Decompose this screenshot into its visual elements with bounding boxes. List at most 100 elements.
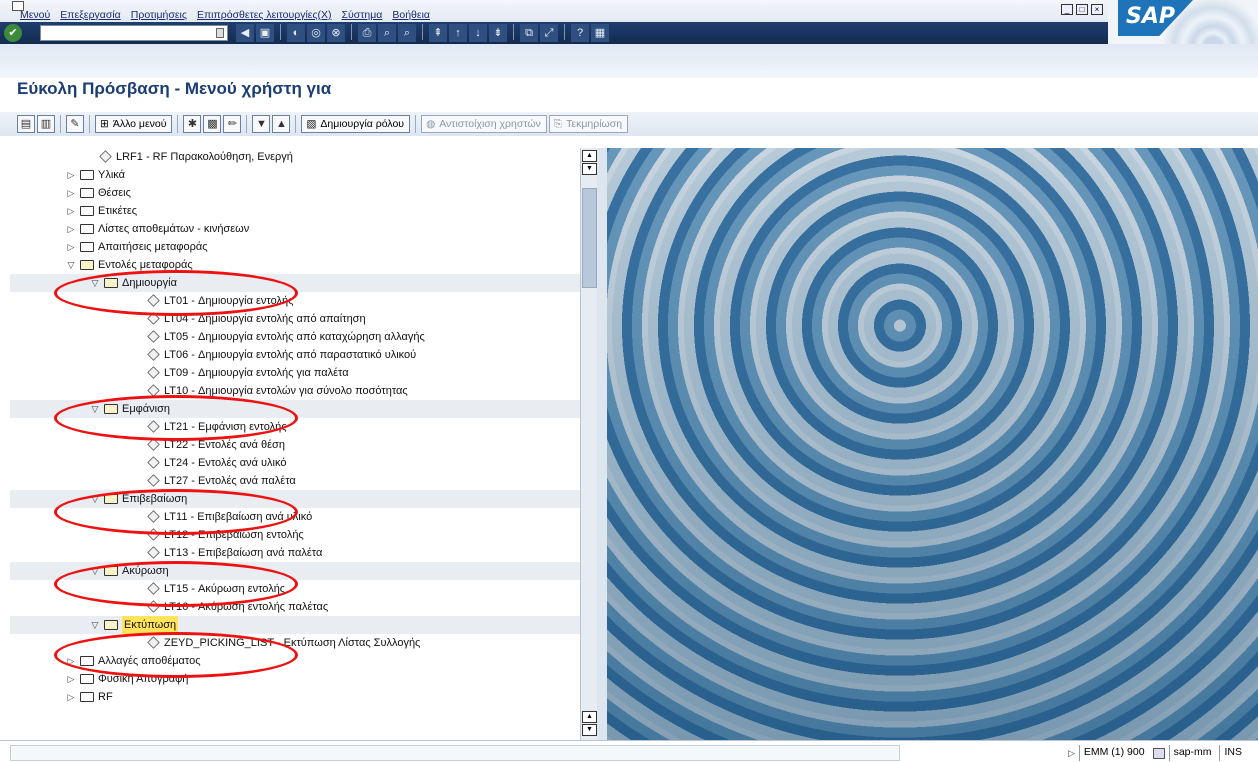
close-icon[interactable]: × — [1091, 4, 1103, 15]
help-icon[interactable]: ? — [571, 24, 589, 42]
transaction-icon — [147, 348, 160, 361]
tree-folder-row[interactable]: ▷ Ετικέτες — [10, 202, 580, 220]
transaction-icon — [147, 294, 160, 307]
collapse-icon[interactable]: ▽ — [90, 400, 100, 418]
tree-folder-row[interactable]: ▷ Αλλαγές αποθέματος — [10, 652, 580, 670]
scroll-thumb[interactable] — [582, 188, 597, 288]
tree-transaction-row[interactable]: LT11 - Επιβεβαίωση ανά υλικό — [10, 508, 580, 526]
last-page-icon[interactable]: ⇟ — [489, 24, 507, 42]
tree-folder-row[interactable]: ▷ Απαιτήσεις μεταφοράς — [10, 238, 580, 256]
find-icon[interactable]: ⌕ — [378, 24, 396, 42]
scroll-down-icon[interactable]: ▼ — [582, 724, 597, 736]
new-session-icon[interactable]: ⧉ — [520, 24, 538, 42]
assign-users-button[interactable]: ◍ Αντιστοίχιση χρηστών — [421, 115, 547, 133]
user-menu-icon[interactable]: ▥ — [37, 115, 55, 133]
tree-scrollbar[interactable]: ▲ ▼ ▲ ▼ — [580, 148, 597, 740]
tree-folder-row[interactable]: ▽ Εμφάνιση — [10, 400, 580, 418]
expand-icon[interactable]: ▷ — [66, 220, 76, 238]
print-icon[interactable]: ⎙ — [358, 24, 376, 42]
menu-item[interactable]: Σύστημα — [342, 9, 383, 21]
tree-folder-row[interactable]: ▽ Εκτύπωση — [10, 616, 580, 634]
expand-icon[interactable]: ▷ — [66, 184, 76, 202]
minimize-icon[interactable]: _ — [1061, 4, 1073, 15]
tree-folder-row[interactable]: ▷ Υλικά — [10, 166, 580, 184]
collapse-icon[interactable]: ▽ — [90, 274, 100, 292]
expand-icon[interactable]: ▷ — [66, 688, 76, 706]
menu-item[interactable]: Προτιμήσεις — [131, 9, 187, 21]
tree-transaction-row[interactable]: LT16 - Ακύρωση εντολής παλέτας — [10, 598, 580, 616]
delete-favorite-icon[interactable]: ▩ — [203, 115, 222, 133]
system-info[interactable]: EMM (1) 900 — [1078, 745, 1149, 761]
status-expand-icon[interactable]: ▷ — [1068, 748, 1075, 759]
favorites-icon[interactable]: ✎ — [66, 115, 84, 133]
tree-folder-row[interactable]: ▽ Εντολές μεταφοράς — [10, 256, 580, 274]
maximize-icon[interactable]: □ — [1076, 4, 1088, 15]
tree-folder-row[interactable]: ▽ Επιβεβαίωση — [10, 490, 580, 508]
previous-page-icon[interactable]: ↑ — [449, 24, 467, 42]
tree-transaction-row[interactable]: LT22 - Εντολές ανά θέση — [10, 436, 580, 454]
scroll-down-small-icon[interactable]: ▼ — [582, 163, 597, 175]
tree-folder-row[interactable]: ▷ Λίστες αποθεμάτων - κινήσεων — [10, 220, 580, 238]
tree-transaction-row[interactable]: LT01 - Δημιουργία εντολής — [10, 292, 580, 310]
tree-transaction-row[interactable]: LT09 - Δημιουργία εντολής για παλέτα — [10, 364, 580, 382]
tree-transaction-row[interactable]: LT06 - Δημιουργία εντολής από παραστατικ… — [10, 346, 580, 364]
tree-transaction-row[interactable]: LT04 - Δημιουργία εντολής από απαίτηση — [10, 310, 580, 328]
command-history-dropdown-icon[interactable] — [216, 28, 224, 38]
system-menu-icon[interactable] — [12, 1, 24, 11]
other-menu-button[interactable]: ⊞ Άλλο μενού — [95, 115, 173, 133]
menu-item[interactable]: Επεξεργασία — [60, 9, 121, 21]
tree-folder-row[interactable]: ▷ Θέσεις — [10, 184, 580, 202]
expand-icon[interactable]: ▷ — [66, 202, 76, 220]
collapse-icon[interactable]: ▽ — [90, 616, 100, 634]
move-down-icon[interactable]: ▼ — [252, 115, 271, 133]
tree-transaction-row[interactable]: LT12 - Επιβεβαίωση εντολής — [10, 526, 580, 544]
expand-icon[interactable]: ▷ — [66, 166, 76, 184]
shortcut-icon[interactable]: ⤢ — [540, 24, 558, 42]
collapse-icon[interactable]: ▽ — [90, 562, 100, 580]
tree-transaction-row[interactable]: ZEYD_PICKING_LIST - Εκτύπωση Λίστας Συλλ… — [10, 634, 580, 652]
tree-transaction-row[interactable]: LT27 - Εντολές ανά παλέτα — [10, 472, 580, 490]
tree-transaction-row[interactable]: LT15 - Ακύρωση εντολής — [10, 580, 580, 598]
scroll-up-icon[interactable]: ▲ — [582, 150, 597, 162]
tree-transaction-row[interactable]: LT13 - Επιβεβαίωση ανά παλέτα — [10, 544, 580, 562]
next-page-icon[interactable]: ↓ — [469, 24, 487, 42]
tree-transaction-row[interactable]: LRF1 - RF Παρακολούθηση, Ενεργή — [10, 148, 580, 166]
documentation-button[interactable]: ⎘ Τεκμηρίωση — [548, 115, 629, 133]
create-role-button[interactable]: ▧ Δημιουργία ρόλου — [301, 115, 411, 133]
exit-icon[interactable]: ◎ — [307, 24, 325, 42]
tree-transaction-row[interactable]: LT24 - Εντολές ανά υλικό — [10, 454, 580, 472]
menu-item[interactable]: Μενού — [20, 9, 50, 21]
sap-menu-icon[interactable]: ▤ — [17, 115, 35, 133]
collapse-icon[interactable]: ▽ — [90, 490, 100, 508]
panel-splitter[interactable] — [597, 148, 607, 740]
tree-transaction-row[interactable]: LT10 - Δημιουργία εντολών για σύνολο ποσ… — [10, 382, 580, 400]
add-favorite-icon[interactable]: ✱ — [183, 115, 202, 133]
system-info-icon[interactable] — [1152, 747, 1165, 759]
first-page-icon[interactable]: ⇞ — [429, 24, 447, 42]
expand-icon[interactable]: ▷ — [66, 652, 76, 670]
find-next-icon[interactable]: ⌕ — [398, 24, 416, 42]
command-field[interactable] — [40, 25, 228, 41]
tree-transaction-row[interactable]: LT21 - Εμφάνιση εντολής — [10, 418, 580, 436]
tree-folder-row[interactable]: ▽ Ακύρωση — [10, 562, 580, 580]
move-up-icon[interactable]: ▲ — [272, 115, 291, 133]
cancel-icon[interactable]: ⊗ — [327, 24, 345, 42]
back-icon[interactable]: ◐ — [287, 24, 305, 42]
collapse-icon[interactable]: ▽ — [66, 256, 76, 274]
tree-item-label: Υλικά — [98, 169, 126, 181]
tree-folder-row[interactable]: ▽ Δημιουργία — [10, 274, 580, 292]
scroll-up-bottom-icon[interactable]: ▲ — [582, 711, 597, 723]
save-icon[interactable]: ▣ — [256, 24, 274, 42]
back-arrow-icon[interactable]: ◀ — [236, 24, 254, 42]
menu-item[interactable]: Βοήθεια — [392, 9, 430, 21]
change-favorite-icon[interactable]: ✏ — [223, 115, 242, 133]
tree-folder-row[interactable]: ▷ Φυσική Απογραφή — [10, 670, 580, 688]
enter-check-icon[interactable]: ✔ — [4, 24, 22, 42]
expand-icon[interactable]: ▷ — [66, 670, 76, 688]
menu-item[interactable]: Επιπρόσθετες λειτουργίες(X) — [197, 9, 332, 21]
expand-icon[interactable]: ▷ — [66, 238, 76, 256]
tree-folder-row[interactable]: ▷ RF — [10, 688, 580, 706]
customize-layout-icon[interactable]: ▦ — [591, 24, 609, 42]
folder-icon — [80, 674, 94, 684]
tree-transaction-row[interactable]: LT05 - Δημιουργία εντολής από καταχώρηση… — [10, 328, 580, 346]
